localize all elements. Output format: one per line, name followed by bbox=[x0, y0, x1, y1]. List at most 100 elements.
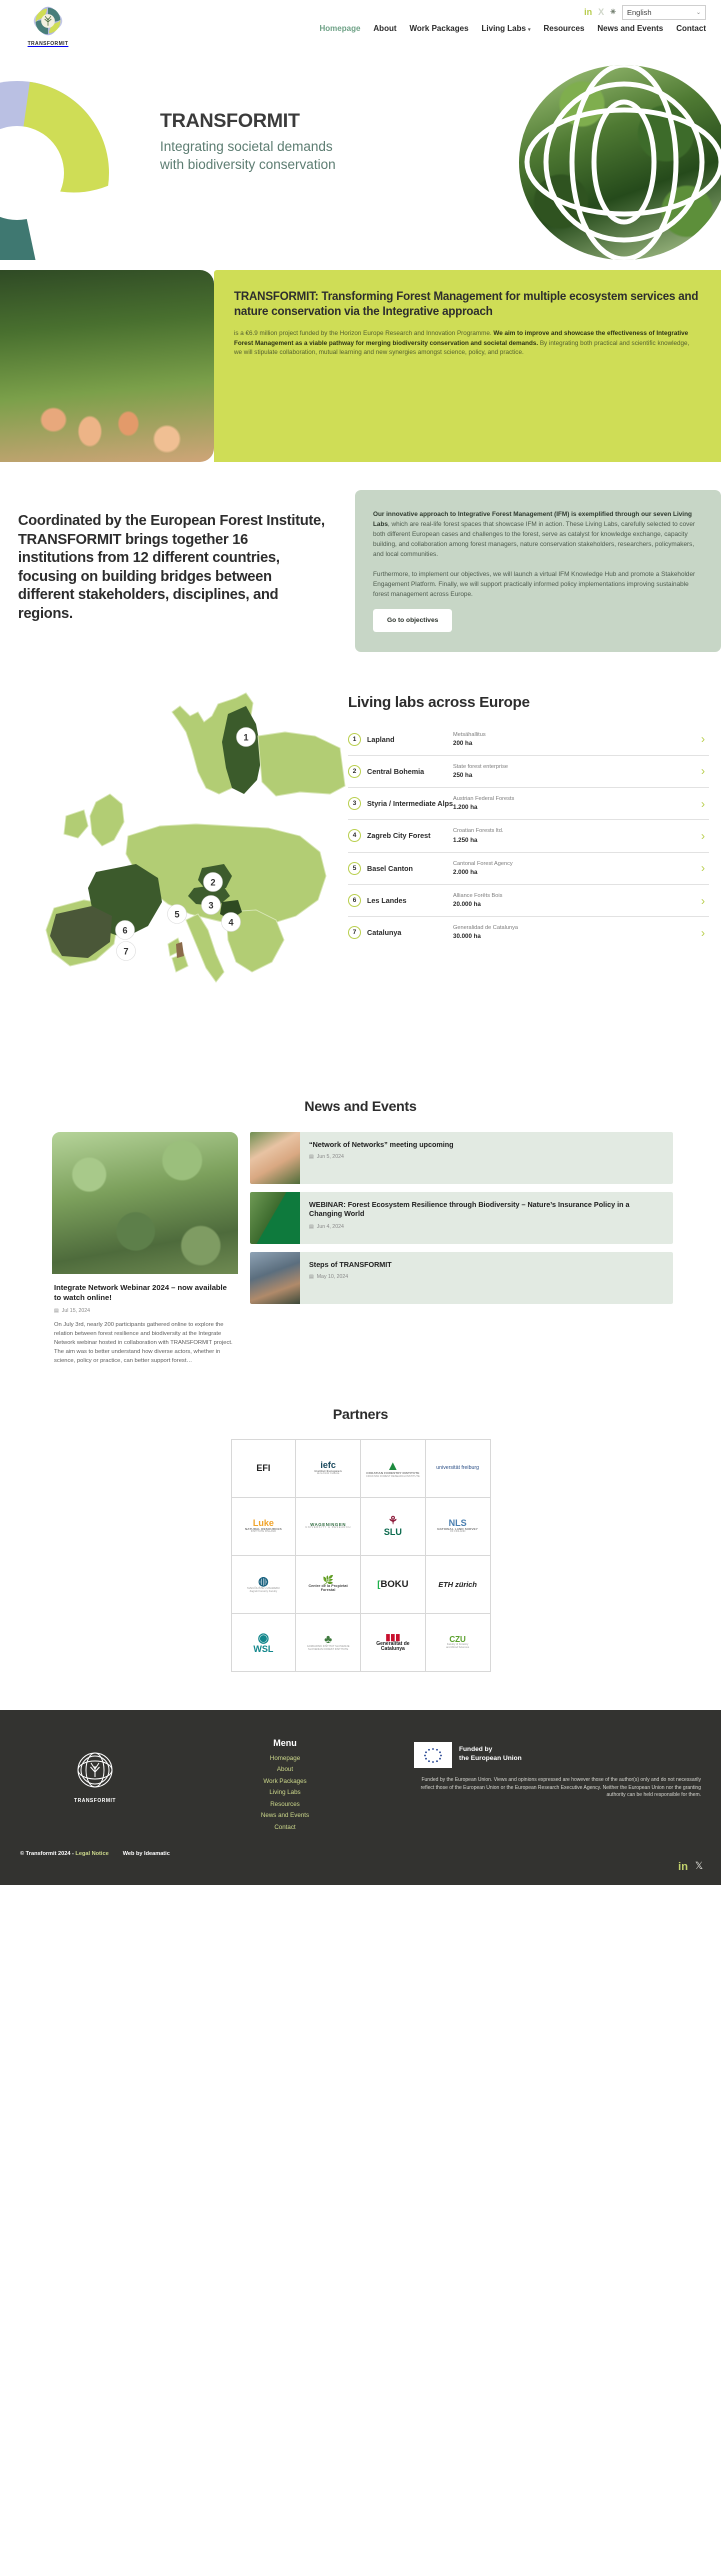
lab-name: Basel Canton bbox=[367, 863, 413, 873]
svg-text:5: 5 bbox=[174, 909, 179, 919]
hero-subtitle: Integrating societal demands with biodiv… bbox=[160, 139, 336, 172]
nav-item-work-packages[interactable]: Work Packages bbox=[410, 24, 469, 33]
x-icon[interactable]: 𝕏 bbox=[695, 1861, 703, 1872]
featured-news-image bbox=[52, 1131, 238, 1274]
copyright-text: © Transformit 2024 - bbox=[20, 1851, 76, 1858]
nav-item-news-and-events[interactable]: News and Events bbox=[597, 24, 663, 33]
living-lab-row-3[interactable]: 3 Styria / Intermediate Alps Austrian Fe… bbox=[348, 788, 709, 821]
partner-tiny: and Wood Sciences bbox=[446, 1645, 470, 1649]
partner-logo-wsl[interactable]: ◉ WSL bbox=[231, 1613, 297, 1672]
lab-organisation: Cantonal Forest Agency bbox=[453, 860, 513, 867]
europe-map-svg: 1 2 3 4 5 6 7 bbox=[45, 692, 346, 983]
eu-disclaimer: Funded by the European Union. Views and … bbox=[420, 1776, 701, 1799]
partner-tiny: de la Forêt Cultivée bbox=[316, 1472, 340, 1476]
living-lab-row-6[interactable]: 6 Les Landes Alliance Forêts Bois 20.000… bbox=[348, 885, 709, 918]
partner-logo-czu[interactable]: CZU Faculty of Forestry and Wood Sciences bbox=[425, 1613, 491, 1672]
band-lead: is a €6.9 million project funded by the … bbox=[234, 330, 494, 338]
footer-link-living-labs[interactable]: Living Labs bbox=[170, 1789, 400, 1796]
footer-social-icons: in 𝕏 bbox=[678, 1861, 703, 1873]
eu-flag-icon bbox=[414, 1741, 452, 1768]
news-card-2-image bbox=[250, 1191, 300, 1244]
footer-link-news-and-events[interactable]: News and Events bbox=[170, 1812, 400, 1819]
footer-link-resources[interactable]: Resources bbox=[170, 1801, 400, 1808]
lab-name: Zagreb City Forest bbox=[367, 831, 431, 841]
living-lab-row-1[interactable]: 1 Lapland Metsähallitus 200 ha › bbox=[348, 724, 709, 756]
partner-logo-nls[interactable]: NLS NATIONAL LAND SURVEY OF FINLAND bbox=[425, 1497, 491, 1556]
hero-decoration-graphic bbox=[0, 81, 109, 260]
intro-section: Coordinated by the European Forest Insti… bbox=[0, 490, 721, 652]
partner-logo-generalitat-de-catalunya[interactable]: ▮▮▮ Generalitat de Catalunya bbox=[361, 1613, 426, 1672]
news-card-2[interactable]: WEBINAR: Forest Ecosystem Resilience thr… bbox=[250, 1191, 673, 1244]
footer-link-work-packages[interactable]: Work Packages bbox=[170, 1778, 400, 1785]
svg-text:7: 7 bbox=[123, 946, 128, 956]
news-card-3[interactable]: Steps of TRANSFORMIT ▤ May 10, 2024 bbox=[250, 1251, 673, 1304]
legal-notice-link[interactable]: Legal Notice bbox=[75, 1851, 108, 1857]
chevron-right-icon: › bbox=[701, 893, 705, 908]
living-lab-row-5[interactable]: 5 Basel Canton Cantonal Forest Agency 2.… bbox=[348, 853, 709, 885]
nav-item-resources[interactable]: Resources bbox=[543, 24, 584, 33]
news-card-2-date-text: Jun 4, 2024 bbox=[316, 1223, 344, 1230]
site-logo[interactable]: TRANSFORMIT bbox=[22, 2, 74, 47]
nav-item-homepage[interactable]: Homepage bbox=[320, 24, 361, 33]
footer-columns: TRANSFORMIT Menu Homepage About Work Pac… bbox=[20, 1738, 701, 1836]
calendar-icon: ▤ bbox=[309, 1274, 314, 1281]
featured-news-excerpt: On July 3rd, nearly 200 participants gat… bbox=[54, 1322, 233, 1364]
band-mushroom-image bbox=[0, 270, 214, 462]
lab-area: 1.250 ha bbox=[453, 836, 478, 844]
footer-menu-title: Menu bbox=[273, 1737, 297, 1748]
partner-logo-eth-zurich[interactable]: ETH zürich bbox=[425, 1555, 491, 1614]
partner-logo-croatian-forest-institute[interactable]: ▲ CROATIAN FORESTRY INSTITUTE CROATIAN FOR… bbox=[361, 1439, 426, 1498]
partner-tiny: CROATIAN FOREST RESEARCH INSTITUTE bbox=[366, 1474, 420, 1478]
nav-item-living-labs[interactable]: Living Labs ▾ bbox=[482, 24, 531, 33]
linkedin-icon[interactable]: in bbox=[678, 1861, 688, 1873]
partner-logo-luke[interactable]: Luke NATURAL RESOURCES INSTITUTE FINLAND bbox=[231, 1497, 297, 1556]
living-lab-row-7[interactable]: 7 Catalunya Generalidad de Catalunya 30.… bbox=[348, 917, 709, 948]
chevron-right-icon: › bbox=[701, 764, 705, 779]
featured-news-article[interactable]: Integrate Network Webinar 2024 – now ava… bbox=[52, 1131, 238, 1366]
partner-logo-slu[interactable]: ⚘ SLU bbox=[361, 1497, 426, 1556]
partner-name: universität freiburg bbox=[436, 1464, 479, 1471]
hero-copy: TRANSFORMIT Integrating societal demands… bbox=[160, 111, 360, 173]
hero-image-overlay-lines bbox=[524, 65, 721, 260]
living-lab-row-2[interactable]: 2 Central Bohemia State forest enterpris… bbox=[348, 756, 709, 789]
partner-logo-iefc[interactable]: iefc Institut Européen de la Forêt Cultivé… bbox=[296, 1439, 361, 1498]
x-icon[interactable]: X bbox=[598, 8, 604, 17]
news-card-3-date: ▤ May 10, 2024 bbox=[309, 1274, 664, 1280]
news-grid: Integrate Network Webinar 2024 – now ava… bbox=[0, 1131, 721, 1366]
news-card-1[interactable]: “Network of Networks” meeting upcoming ▤… bbox=[250, 1131, 673, 1184]
nav-item-about[interactable]: About bbox=[373, 24, 396, 33]
partner-logo-efi[interactable]: EFI bbox=[231, 1439, 297, 1498]
living-lab-row-4[interactable]: 4 Zagreb City Forest Croatian Forests lt… bbox=[348, 820, 709, 853]
map-marker-5: 5 bbox=[167, 904, 187, 924]
news-card-1-date: ▤ Jun 5, 2024 bbox=[309, 1154, 664, 1160]
europe-map[interactable]: 1 2 3 4 5 6 7 bbox=[0, 676, 348, 1066]
star-icon[interactable]: ✳ bbox=[610, 9, 616, 16]
footer-logo-text: TRANSFORMIT bbox=[74, 1797, 116, 1804]
web-by-credit[interactable]: Web by Ideamatic bbox=[123, 1851, 170, 1857]
go-to-objectives-button[interactable]: Go to objectives bbox=[373, 608, 453, 632]
chevron-right-icon: › bbox=[701, 732, 705, 747]
footer-logo[interactable]: TRANSFORMIT bbox=[20, 1738, 170, 1804]
news-card-1-title: “Network of Networks” meeting upcoming bbox=[309, 1139, 454, 1149]
lab-number-badge: 4 bbox=[348, 829, 361, 843]
intro-paragraph-1: Our innovative approach to Integrative F… bbox=[373, 510, 699, 561]
footer-link-about[interactable]: About bbox=[170, 1766, 400, 1773]
footer-link-contact[interactable]: Contact bbox=[170, 1824, 400, 1831]
svg-text:6: 6 bbox=[122, 925, 127, 935]
lab-number-badge: 2 bbox=[348, 764, 361, 778]
linkedin-icon[interactable]: in bbox=[584, 8, 592, 17]
partner-logo-centre-propietat-forestal[interactable]: 🌿 Centre de la Propietat Forestal bbox=[296, 1555, 361, 1614]
news-card-2-body: WEBINAR: Forest Ecosystem Resilience thr… bbox=[300, 1192, 673, 1244]
lab-organisation: Croatian Forests ltd. bbox=[453, 828, 504, 835]
partner-logo-wageningen[interactable]: WAGENINGEN UNIVERSITY & RESEARCH bbox=[296, 1497, 361, 1556]
partner-logo-universitat-freiburg[interactable]: universität freiburg bbox=[425, 1439, 491, 1498]
nav-item-contact[interactable]: Contact bbox=[676, 24, 706, 33]
partner-logo-zagreb[interactable]: ◍ SVEUČILIŠTE U ZAGREBU Zagreb Forestry Fa… bbox=[231, 1555, 297, 1614]
partner-logo-boku[interactable]: [BOKU bbox=[361, 1555, 426, 1614]
partner-logo-slovenian-forestry-institute[interactable]: ♣ GOZDARSKI INŠTITUT SLOVENIJE SLOVENIAN F… bbox=[296, 1613, 361, 1672]
footer-eu-block: Funded by the European Union Funded by t… bbox=[400, 1738, 701, 1800]
footer-link-homepage[interactable]: Homepage bbox=[170, 1755, 400, 1762]
lab-organisation: Generalidad de Catalunya bbox=[453, 925, 518, 932]
language-select[interactable]: English ⌄ bbox=[622, 5, 706, 20]
news-card-3-body: Steps of TRANSFORMIT ▤ May 10, 2024 bbox=[300, 1252, 673, 1304]
